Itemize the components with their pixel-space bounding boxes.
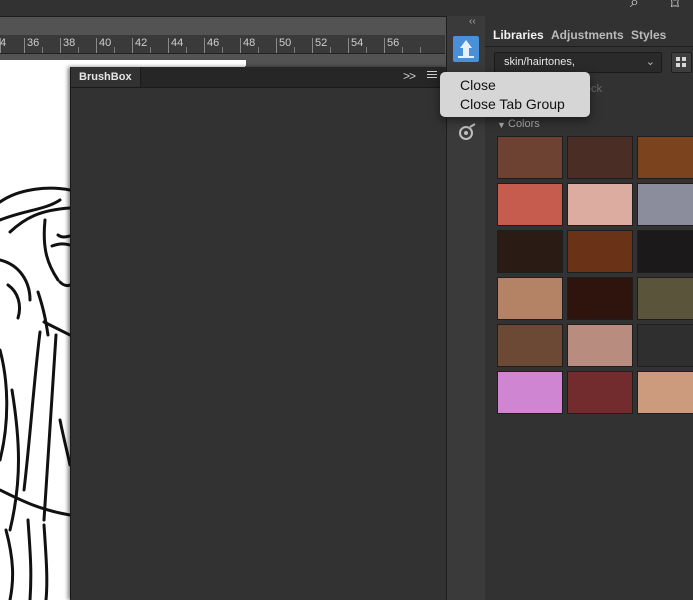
panel-menu-icon[interactable] (427, 71, 437, 81)
ruler-tick-label: 38 (63, 37, 76, 49)
color-swatch[interactable] (497, 136, 563, 179)
colors-section-label[interactable]: Colors (508, 118, 540, 130)
workspace-icon[interactable]: ⌑ (671, 0, 679, 14)
ruler-tick-label: 36 (27, 37, 40, 49)
cc-libraries-icon[interactable] (457, 122, 477, 142)
color-swatch[interactable] (637, 230, 693, 273)
library-select[interactable]: skin/hairtones, ⌄ (494, 52, 662, 73)
ruler-tick-label: 48 (243, 37, 256, 49)
brushbox-panel[interactable]: BrushBox >> (70, 67, 447, 600)
ruler-tick-label: 40 (99, 37, 112, 49)
color-swatch[interactable] (567, 136, 633, 179)
search-icon[interactable]: ⌕ (630, 0, 639, 12)
color-swatch[interactable] (497, 371, 563, 414)
color-swatch[interactable] (497, 324, 563, 367)
color-swatch[interactable] (567, 324, 633, 367)
ruler-tick-label: 42 (135, 37, 148, 49)
brushbox-header: BrushBox >> (71, 67, 447, 88)
tab-brushbox[interactable]: BrushBox (71, 67, 141, 87)
menu-item-close-tab-group[interactable]: Close Tab Group (460, 96, 565, 112)
menu-item-close[interactable]: Close (460, 77, 496, 93)
color-swatch[interactable] (567, 371, 633, 414)
collapse-panel-button[interactable]: >> (403, 69, 416, 83)
horizontal-ruler: 4 36 38 40 42 44 46 48 50 52 54 56 (0, 35, 445, 54)
tab-adjustments[interactable]: Adjustments (551, 28, 624, 42)
color-swatch[interactable] (497, 183, 563, 226)
color-swatch[interactable] (637, 183, 693, 226)
top-toolbar-strip: ⌕ ⌑ (0, 0, 693, 17)
brushbox-panel-icon[interactable] (453, 36, 479, 62)
color-swatch[interactable] (637, 324, 693, 367)
section-collapse-icon[interactable]: ▼ (497, 120, 506, 130)
collapse-dock-button[interactable]: ‹‹ (469, 16, 476, 27)
panel-context-menu: Close Close Tab Group (440, 72, 590, 117)
color-swatch[interactable] (637, 371, 693, 414)
ruler-tick-label: 56 (387, 37, 400, 49)
color-swatch[interactable] (567, 277, 633, 320)
color-swatch[interactable] (567, 183, 633, 226)
ruler-tick-label: 54 (351, 37, 364, 49)
ruler-tick-label: 52 (315, 37, 328, 49)
panel-tab-bar: Libraries Adjustments Styles (485, 22, 693, 47)
ruler-tick-label: 44 (171, 37, 184, 49)
chevron-down-icon: ⌄ (645, 56, 655, 68)
tab-libraries[interactable]: Libraries (493, 28, 544, 42)
color-swatch[interactable] (497, 277, 563, 320)
ruler-tick-label: 46 (207, 37, 220, 49)
ruler-tick-label: 4 (0, 37, 7, 49)
grid-view-button[interactable] (671, 52, 692, 73)
color-swatch[interactable] (567, 230, 633, 273)
color-swatch[interactable] (497, 230, 563, 273)
color-swatch[interactable] (637, 136, 693, 179)
sketch-artwork (0, 186, 70, 600)
ruler-tick-label: 50 (279, 37, 292, 49)
tab-styles[interactable]: Styles (631, 28, 666, 42)
library-select-value: skin/hairtones, (504, 56, 575, 68)
color-swatch[interactable] (637, 277, 693, 320)
